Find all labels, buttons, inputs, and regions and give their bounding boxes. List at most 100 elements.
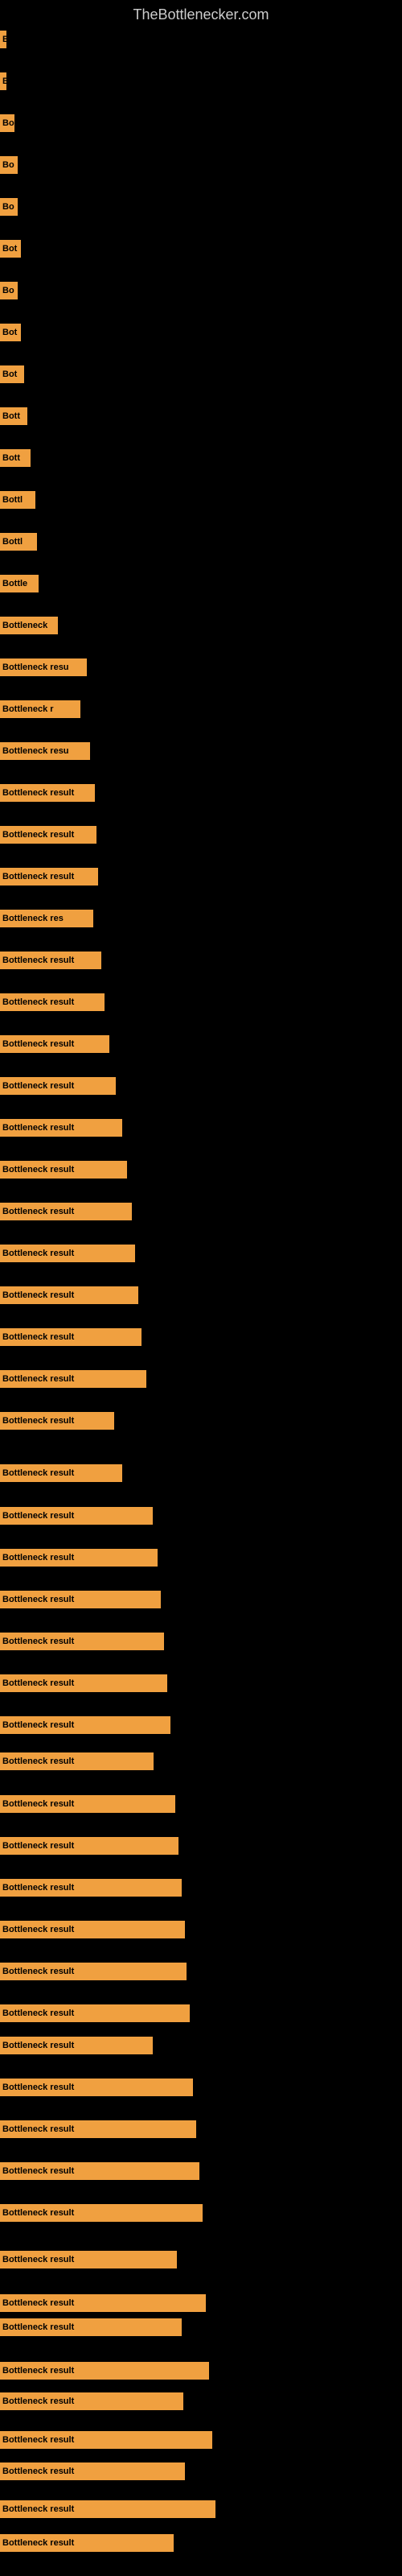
bar-label-61: Bottleneck result (0, 2534, 174, 2552)
bar-label-60: Bottleneck result (0, 2500, 215, 2518)
bar-row-7: Bot (0, 324, 21, 341)
bar-label-8: Bot (0, 365, 24, 383)
bar-label-58: Bottleneck result (0, 2431, 212, 2449)
bar-label-56: Bottleneck result (0, 2362, 209, 2380)
bar-row-24: Bottleneck result (0, 1035, 109, 1053)
bar-row-56: Bottleneck result (0, 2362, 209, 2380)
bar-label-4: Bo (0, 198, 18, 216)
bar-row-28: Bottleneck result (0, 1203, 132, 1220)
bar-row-38: Bottleneck result (0, 1633, 164, 1650)
bar-row-59: Bottleneck result (0, 2462, 185, 2480)
bar-row-45: Bottleneck result (0, 1921, 185, 1938)
bar-label-26: Bottleneck result (0, 1119, 122, 1137)
bar-row-42: Bottleneck result (0, 1795, 175, 1813)
bar-label-23: Bottleneck result (0, 993, 105, 1011)
bar-row-16: Bottleneck r (0, 700, 80, 718)
bar-row-50: Bottleneck result (0, 2120, 196, 2138)
bar-label-13: Bottle (0, 575, 39, 592)
bar-row-39: Bottleneck result (0, 1674, 167, 1692)
bar-row-47: Bottleneck result (0, 2004, 190, 2022)
bar-label-31: Bottleneck result (0, 1328, 142, 1346)
bar-row-34: Bottleneck result (0, 1464, 122, 1482)
bar-label-49: Bottleneck result (0, 2079, 193, 2096)
bar-label-25: Bottleneck result (0, 1077, 116, 1095)
bar-label-52: Bottleneck result (0, 2204, 203, 2222)
bar-label-53: Bottleneck result (0, 2251, 177, 2268)
bar-label-41: Bottleneck result (0, 1752, 154, 1770)
bar-row-48: Bottleneck result (0, 2037, 153, 2054)
bar-label-59: Bottleneck result (0, 2462, 185, 2480)
bar-row-37: Bottleneck result (0, 1591, 161, 1608)
bar-label-43: Bottleneck result (0, 1837, 178, 1855)
bar-label-39: Bottleneck result (0, 1674, 167, 1692)
bar-row-18: Bottleneck result (0, 784, 95, 802)
bar-label-32: Bottleneck result (0, 1370, 146, 1388)
bar-label-44: Bottleneck result (0, 1879, 182, 1897)
bar-label-22: Bottleneck result (0, 952, 101, 969)
bar-label-17: Bottleneck resu (0, 742, 90, 760)
bar-row-57: Bottleneck result (0, 2392, 183, 2410)
bar-row-41: Bottleneck result (0, 1752, 154, 1770)
bar-label-40: Bottleneck result (0, 1716, 170, 1734)
bar-label-38: Bottleneck result (0, 1633, 164, 1650)
bar-label-50: Bottleneck result (0, 2120, 196, 2138)
bar-row-55: Bottleneck result (0, 2318, 182, 2336)
bar-label-16: Bottleneck r (0, 700, 80, 718)
bar-label-20: Bottleneck result (0, 868, 98, 886)
bar-label-12: Bottl (0, 533, 37, 551)
bar-label-47: Bottleneck result (0, 2004, 190, 2022)
bar-row-0: B (0, 31, 6, 48)
bar-row-20: Bottleneck result (0, 868, 98, 886)
bar-label-37: Bottleneck result (0, 1591, 161, 1608)
bar-row-31: Bottleneck result (0, 1328, 142, 1346)
bar-row-12: Bottl (0, 533, 37, 551)
bar-row-54: Bottleneck result (0, 2294, 206, 2312)
bar-row-23: Bottleneck result (0, 993, 105, 1011)
bar-row-43: Bottleneck result (0, 1837, 178, 1855)
bar-row-60: Bottleneck result (0, 2500, 215, 2518)
bar-row-33: Bottleneck result (0, 1412, 114, 1430)
bar-row-58: Bottleneck result (0, 2431, 212, 2449)
bar-row-35: Bottleneck result (0, 1507, 153, 1525)
bar-label-29: Bottleneck result (0, 1245, 135, 1262)
bar-row-46: Bottleneck result (0, 1963, 187, 1980)
bar-row-53: Bottleneck result (0, 2251, 177, 2268)
bar-row-40: Bottleneck result (0, 1716, 170, 1734)
bar-label-46: Bottleneck result (0, 1963, 187, 1980)
bar-label-33: Bottleneck result (0, 1412, 114, 1430)
bar-label-28: Bottleneck result (0, 1203, 132, 1220)
bar-label-45: Bottleneck result (0, 1921, 185, 1938)
bar-row-5: Bot (0, 240, 21, 258)
bar-row-10: Bott (0, 449, 31, 467)
bar-row-6: Bo (0, 282, 18, 299)
bar-label-19: Bottleneck result (0, 826, 96, 844)
bar-row-49: Bottleneck result (0, 2079, 193, 2096)
bar-label-42: Bottleneck result (0, 1795, 175, 1813)
bar-row-2: Bo (0, 114, 14, 132)
bar-label-14: Bottleneck (0, 617, 58, 634)
bar-row-19: Bottleneck result (0, 826, 96, 844)
bar-row-4: Bo (0, 198, 18, 216)
bar-row-29: Bottleneck result (0, 1245, 135, 1262)
bar-row-21: Bottleneck res (0, 910, 93, 927)
bar-label-24: Bottleneck result (0, 1035, 109, 1053)
bar-row-30: Bottleneck result (0, 1286, 138, 1304)
bar-label-55: Bottleneck result (0, 2318, 182, 2336)
bar-label-11: Bottl (0, 491, 35, 509)
bar-row-15: Bottleneck resu (0, 658, 87, 676)
bar-label-21: Bottleneck res (0, 910, 93, 927)
bar-label-9: Bott (0, 407, 27, 425)
bar-label-30: Bottleneck result (0, 1286, 138, 1304)
bar-row-27: Bottleneck result (0, 1161, 127, 1179)
bar-label-0: B (0, 31, 6, 48)
bar-row-17: Bottleneck resu (0, 742, 90, 760)
bar-row-13: Bottle (0, 575, 39, 592)
bar-row-8: Bot (0, 365, 24, 383)
bar-label-1: B (0, 72, 6, 90)
bar-label-18: Bottleneck result (0, 784, 95, 802)
bar-label-15: Bottleneck resu (0, 658, 87, 676)
bar-label-5: Bot (0, 240, 21, 258)
bar-row-51: Bottleneck result (0, 2162, 199, 2180)
bar-row-1: B (0, 72, 6, 90)
bar-row-14: Bottleneck (0, 617, 58, 634)
